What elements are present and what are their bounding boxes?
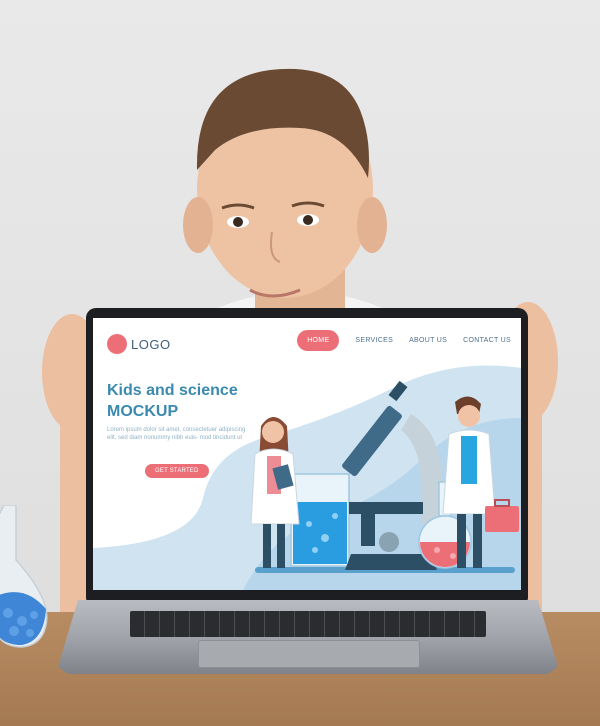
logo-circle-icon xyxy=(107,334,127,354)
nav-home[interactable]: HOME xyxy=(297,330,340,351)
nav-services[interactable]: SERVICES xyxy=(355,337,393,344)
laptop-keyboard xyxy=(130,611,486,637)
nav-contact-us[interactable]: CONTACT US xyxy=(463,337,511,344)
logo-text: LOGO xyxy=(131,336,171,352)
get-started-button[interactable]: GET STARTED xyxy=(145,464,209,478)
site-nav: HOME SERVICES ABOUT US CONTACT US xyxy=(297,330,511,351)
laptop-screen-website: LOGO HOME SERVICES ABOUT US CONTACT US K… xyxy=(93,318,521,590)
science-illustration xyxy=(250,380,519,573)
laptop-trackpad xyxy=(198,640,420,668)
site-logo[interactable]: LOGO xyxy=(107,334,171,354)
nav-about-us[interactable]: ABOUT US xyxy=(409,337,447,344)
beaker-icon xyxy=(290,473,350,567)
hero-body-text: Lorem ipsum dolor sit amet, consectetuer… xyxy=(107,427,246,441)
